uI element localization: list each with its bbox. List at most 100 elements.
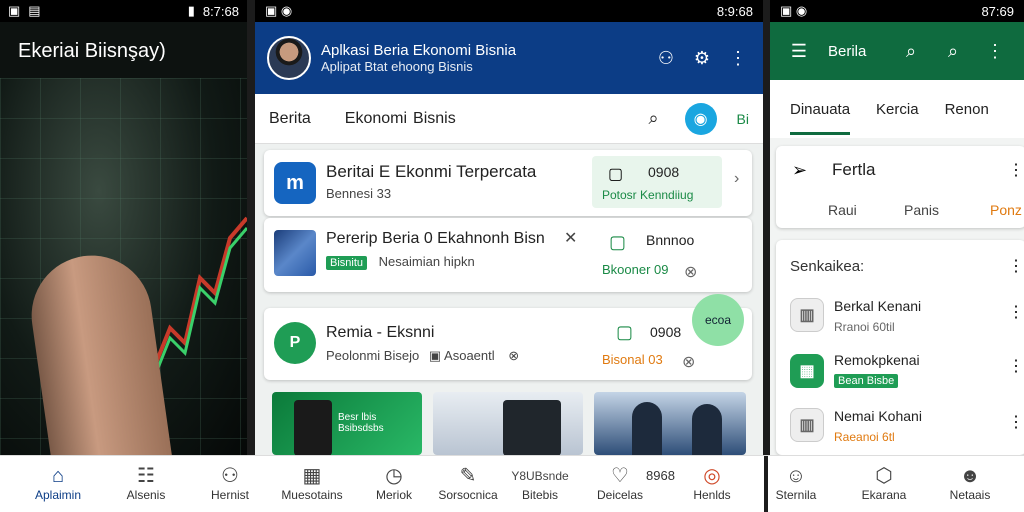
nav-label: Deicelas bbox=[596, 488, 644, 502]
document-icon: ▢ bbox=[609, 232, 627, 252]
nav-label: Hernist bbox=[210, 488, 249, 502]
search-icon[interactable]: ⌕ bbox=[898, 38, 924, 64]
item-title[interactable]: Nemai Kohani bbox=[834, 408, 922, 424]
card-title: Remia - Eksnni bbox=[326, 324, 435, 341]
section-title: Senkaikea: bbox=[790, 258, 865, 275]
tab-ekonomi[interactable]: Ekonomi bbox=[345, 110, 407, 128]
news-card[interactable]: m Beritai E Ekonmi Terpercata Bennesi 33… bbox=[264, 150, 752, 216]
nav-item-meriok[interactable]: ◷ Meriok bbox=[354, 464, 434, 502]
nav-extra: Y8UBsnde bbox=[511, 469, 569, 483]
status-time: 87:69 bbox=[981, 3, 1014, 19]
tab-badge: Bi bbox=[736, 110, 749, 127]
card-stat-number: 0908 bbox=[648, 164, 680, 180]
thumbnail-business[interactable] bbox=[594, 392, 746, 455]
thumbnail-people[interactable] bbox=[433, 392, 583, 455]
item-title[interactable]: Remokpkenai bbox=[834, 352, 920, 368]
news-icon: ☷ bbox=[137, 465, 155, 487]
document-icon: ▢ bbox=[608, 166, 624, 183]
category-chip: Bisnitu bbox=[326, 256, 368, 270]
floating-badge[interactable]: ecoa bbox=[692, 294, 744, 346]
tab-kercia[interactable]: Kercia bbox=[876, 101, 919, 118]
left-phone-screen: ▣ ▤ ▮ 8:7:68 Ekeriai Biisnşay) bbox=[0, 0, 247, 455]
tab-bar: Dinauata Kercia Renon bbox=[770, 80, 1024, 138]
card-stat-number: 0908 bbox=[650, 324, 682, 340]
nav-item-henlds[interactable]: ◎ Henlds bbox=[672, 464, 752, 502]
nav-item-hernist[interactable]: ⚇ Hernist bbox=[190, 464, 270, 502]
feature-sub[interactable]: Raui bbox=[828, 202, 857, 218]
more-vert-icon[interactable]: ⋮ bbox=[725, 45, 751, 71]
people-icon: ⚇ bbox=[221, 465, 239, 487]
nav-item-netaais[interactable]: ☻ Netaais bbox=[930, 464, 1010, 502]
app-bar: ☰ Berila ⌕ ⌕ ⋮ bbox=[770, 22, 1024, 80]
tab-dinauata[interactable]: Dinauata bbox=[790, 101, 851, 135]
status-bar: ▣ ◉ 87:69 bbox=[770, 0, 1024, 22]
phone-image bbox=[503, 400, 561, 455]
tab-renon[interactable]: Renon bbox=[945, 101, 989, 118]
nav-label: Netaais bbox=[949, 488, 991, 502]
news-logo-icon: m bbox=[274, 162, 316, 204]
more-vert-icon[interactable]: ⋮ bbox=[1008, 302, 1024, 322]
more-vert-icon[interactable]: ⋮ bbox=[1008, 256, 1024, 276]
info-icon[interactable]: ⊗ bbox=[684, 262, 697, 282]
card-title: Pererip Beria 0 Ekahnonh Bisn bbox=[326, 230, 545, 247]
thumbnail-green[interactable]: Besr lbis Bsibsdsbs bbox=[272, 392, 422, 455]
phone-divider bbox=[763, 0, 770, 455]
more-vert-icon[interactable]: ⋮ bbox=[1008, 160, 1024, 180]
card-stat-box: ▢ 0908 Potosr Kenndiiug bbox=[592, 156, 722, 208]
nav-item-aplaimin[interactable]: ⌂ Aplaimin bbox=[18, 464, 98, 502]
item-sub: Rranoi 60til bbox=[834, 320, 895, 334]
home-icon: ⌂ bbox=[51, 465, 65, 487]
chevron-right-icon[interactable]: › bbox=[734, 170, 739, 188]
tab-bisnis[interactable]: Bisnis bbox=[413, 110, 456, 128]
bottom-navigation: ⌂ Aplaimin ☷ Alsenis ⚇ Hernist ▦ Muesotains … bbox=[0, 455, 1024, 512]
user-add-icon[interactable]: ⚇ bbox=[653, 45, 679, 71]
bell-icon: ◎ bbox=[703, 465, 721, 487]
news-card[interactable]: P Remia - Eksnni Peolonmi Bisejo ▣ Asoae… bbox=[264, 294, 752, 380]
card-subtitle: Nesaimian hipkn bbox=[378, 254, 475, 269]
card-subtitle-2: Asoaentl bbox=[444, 348, 495, 363]
nav-extra: 8968 bbox=[646, 468, 675, 483]
settings-icon[interactable]: ⚙ bbox=[689, 45, 715, 71]
news-card[interactable]: Pererip Beria 0 Ekahnonh Bisn ✕ Bisnitu … bbox=[264, 218, 752, 292]
news-logo-icon: P bbox=[274, 322, 316, 364]
item-title[interactable]: Berkal Kenani bbox=[834, 298, 921, 314]
app-subtitle: Aplipat Btat ehoong Bisnis bbox=[321, 59, 473, 74]
item-icon: ▥ bbox=[790, 408, 824, 442]
phone-divider bbox=[247, 0, 255, 455]
feature-sub[interactable]: Panis bbox=[904, 202, 939, 218]
nav-label: Henlds bbox=[693, 488, 731, 502]
more-vert-icon[interactable]: ⋮ bbox=[1008, 412, 1024, 432]
card-side-label: Bisonal 03 bbox=[602, 352, 663, 367]
nav-item-alsenis[interactable]: ☷ Alsenis bbox=[106, 464, 186, 502]
app-title: Aplkasi Beria Ekonomi Bisnia bbox=[321, 42, 517, 59]
nav-item-sorsocnica[interactable]: ✎ Sorsocnica bbox=[428, 464, 508, 502]
close-icon[interactable]: ✕ bbox=[564, 228, 577, 248]
more-vert-icon[interactable]: ⋮ bbox=[1008, 356, 1024, 376]
search-icon[interactable]: ⌕ bbox=[940, 38, 966, 64]
tag-icon: ▣ bbox=[428, 348, 442, 363]
nav-item-ekarana[interactable]: ⬡ Ekarana bbox=[844, 464, 924, 502]
info-icon[interactable]: ⊗ bbox=[682, 352, 695, 372]
item-sub: Raeanoi 6tl bbox=[834, 430, 895, 444]
more-vert-icon[interactable]: ⋮ bbox=[982, 38, 1008, 64]
search-icon[interactable]: ⌕ bbox=[648, 108, 658, 129]
nav-item-bitebis[interactable]: Y8UBsnde Bitebis bbox=[500, 464, 580, 502]
user-icon: ☺ bbox=[785, 465, 807, 487]
card-title: Beritai E Ekonmi Terpercata bbox=[326, 162, 537, 181]
battery-icon: ▮ bbox=[187, 3, 195, 18]
grid-icon: ▦ bbox=[302, 465, 322, 487]
card-subtitle-row: Peolonmi Bisejo ▣ Asoaentl ⊗ bbox=[326, 348, 519, 364]
notification-icon: ▣ ◉ bbox=[265, 3, 293, 18]
feature-sub[interactable]: Ponz bbox=[990, 202, 1022, 218]
tab-berita[interactable]: Berita bbox=[269, 110, 311, 128]
nav-item-muesotains[interactable]: ▦ Muesotains bbox=[272, 464, 352, 502]
menu-icon[interactable]: ☰ bbox=[786, 38, 812, 64]
location-icon[interactable]: ◉ bbox=[684, 102, 717, 135]
avatar[interactable] bbox=[267, 36, 311, 80]
item-icon: ▥ bbox=[790, 298, 824, 332]
nav-label: Alsenis bbox=[126, 488, 166, 502]
app-title: Berila bbox=[828, 42, 867, 60]
info-icon: ⊗ bbox=[508, 348, 520, 363]
nav-item-sternila[interactable]: ☺ Sternila bbox=[756, 464, 836, 502]
feature-card[interactable]: ➢ Fertla ⋮ Raui Panis Ponz bbox=[776, 146, 1024, 228]
